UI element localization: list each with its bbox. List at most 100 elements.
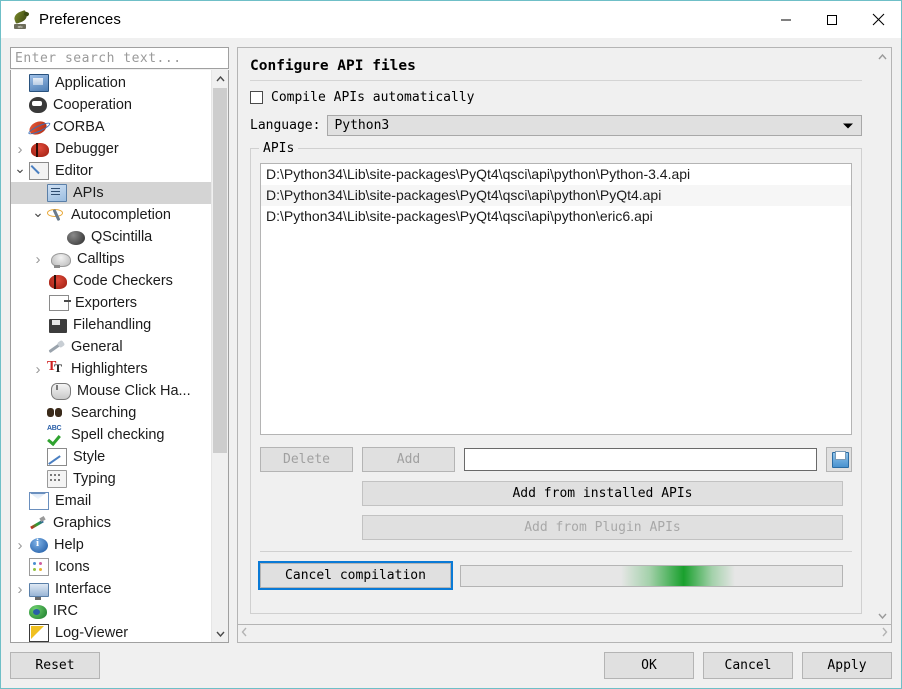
chevron-up-icon[interactable] [874,48,891,65]
chevron-down-icon[interactable] [874,607,891,624]
sidebar-item-irc[interactable]: IRC [11,600,211,622]
add-button[interactable]: Add [362,447,455,472]
api-path-input[interactable] [464,448,817,471]
chevron-left-icon[interactable] [241,627,248,640]
sidebar-scrollbar[interactable] [211,70,228,642]
api-config-pane: Configure API files Compile APIs automat… [238,48,874,624]
chevron-right-icon[interactable] [29,252,47,267]
language-label: Language: [250,118,321,133]
sidebar-item-email[interactable]: Email [11,490,211,512]
preferences-window: eric Preferences Enter search text... Ap… [0,0,902,689]
settings-sidebar: Enter search text... Application Cooperat… [10,47,229,643]
sidebar-item-searching[interactable]: Searching [11,402,211,424]
autocompletion-icon [47,207,65,223]
apply-button[interactable]: Apply [802,652,892,679]
sidebar-item-typing[interactable]: Typing [11,468,211,490]
page-horizontal-scrollbar[interactable] [237,625,892,643]
sidebar-item-label: Style [73,449,106,465]
sidebar-item-help[interactable]: Help [11,534,211,556]
sidebar-item-corba[interactable]: CORBA [11,116,211,138]
chevron-down-icon[interactable] [29,208,47,223]
page-title: Configure API files [250,58,416,74]
close-icon[interactable] [855,1,901,38]
sidebar-item-label: Autocompletion [71,207,171,223]
sidebar-item-graphics[interactable]: Graphics [11,512,211,534]
api-file-row[interactable]: D:\Python34\Lib\site-packages\PyQt4\qsci… [261,206,851,227]
sidebar-item-log-viewer[interactable]: Log-Viewer [11,622,211,642]
settings-tree-body[interactable]: Application Cooperation CORBA Debugger Edito… [11,70,211,642]
ok-button[interactable]: OK [604,652,694,679]
sidebar-item-debugger[interactable]: Debugger [11,138,211,160]
search-input[interactable]: Enter search text... [10,47,229,69]
eric-ide-icon: eric [12,9,30,29]
cancel-button[interactable]: Cancel [703,652,793,679]
sidebar-item-code-checkers[interactable]: Code Checkers [11,270,211,292]
cancel-compilation-button[interactable]: Cancel compilation [258,561,453,590]
sidebar-item-label: Spell checking [71,427,165,443]
minimize-icon[interactable] [763,1,809,38]
cooperation-icon [29,97,47,113]
compile-apis-checkbox[interactable] [250,91,263,104]
sidebar-item-application[interactable]: Application [11,72,211,94]
mouse-click-icon [51,382,71,400]
page-vertical-scrollbar[interactable] [874,48,891,624]
sidebar-item-label: Exporters [75,295,138,311]
sidebar-item-label: Application [55,75,126,91]
maximize-icon[interactable] [809,1,855,38]
sidebar-item-mouse-click-ha[interactable]: Mouse Click Ha... [11,380,211,402]
searching-icon [47,405,65,421]
typing-icon [47,470,67,488]
sidebar-item-style[interactable]: Style [11,446,211,468]
apis-icon [47,184,67,202]
chevron-down-icon[interactable] [212,625,228,642]
sidebar-item-label: Help [54,537,84,553]
sidebar-item-label: Log-Viewer [55,625,129,641]
sidebar-item-icons[interactable]: Icons [11,556,211,578]
sidebar-item-cooperation[interactable]: Cooperation [11,94,211,116]
sidebar-item-filehandling[interactable]: Filehandling [11,314,211,336]
reset-button[interactable]: Reset [10,652,100,679]
sidebar-item-label: Calltips [77,251,125,267]
sidebar-scroll-thumb[interactable] [213,88,227,453]
sidebar-item-exporters[interactable]: Exporters [11,292,211,314]
sidebar-item-qscintilla[interactable]: QScintilla [11,226,211,248]
sidebar-item-spell-checking[interactable]: Spell checking [11,424,211,446]
compilation-progress-bar [460,564,843,587]
chevron-up-icon[interactable] [212,70,228,87]
sidebar-item-label: Icons [55,559,90,575]
graphics-icon [29,515,47,531]
settings-tree: Application Cooperation CORBA Debugger Edito… [10,70,229,643]
window-title: Preferences [39,11,121,28]
language-select[interactable]: Python3 [327,115,862,136]
chevron-right-icon[interactable] [11,538,29,553]
chevron-right-icon[interactable] [11,582,29,597]
dialog-footer: Reset OK Cancel Apply [1,643,901,688]
add-from-installed-apis-button[interactable]: Add from installed APIs [362,481,843,506]
open-file-icon[interactable] [826,447,852,472]
sidebar-item-apis[interactable]: APIs [11,182,211,204]
sidebar-item-calltips[interactable]: Calltips [11,248,211,270]
sidebar-item-interface[interactable]: Interface [11,578,211,600]
language-value: Python3 [334,118,390,133]
api-file-row[interactable]: D:\Python34\Lib\site-packages\PyQt4\qsci… [261,164,851,185]
add-from-plugin-apis-button[interactable]: Add from Plugin APIs [362,515,843,540]
chevron-down-icon[interactable] [11,164,29,179]
highlighters-icon [47,359,65,377]
sidebar-item-label: Debugger [55,141,119,157]
chevron-right-icon[interactable] [881,627,888,640]
api-file-row[interactable]: D:\Python34\Lib\site-packages\PyQt4\qsci… [261,185,851,206]
log-viewer-icon [29,624,49,642]
application-icon [29,74,49,92]
sidebar-item-autocompletion[interactable]: Autocompletion [11,204,211,226]
chevron-right-icon[interactable] [11,142,29,157]
settings-scroll-area: Configure API files Compile APIs automat… [237,47,892,625]
window-controls [763,1,901,38]
sidebar-item-editor[interactable]: Editor [11,160,211,182]
compile-apis-row[interactable]: Compile APIs automatically [250,90,862,105]
apis-group-legend: APIs [259,141,299,156]
sidebar-item-highlighters[interactable]: Highlighters [11,358,211,380]
delete-button[interactable]: Delete [260,447,353,472]
sidebar-item-general[interactable]: General [11,336,211,358]
chevron-right-icon[interactable] [29,362,47,377]
api-files-list[interactable]: D:\Python34\Lib\site-packages\PyQt4\qsci… [260,163,852,435]
